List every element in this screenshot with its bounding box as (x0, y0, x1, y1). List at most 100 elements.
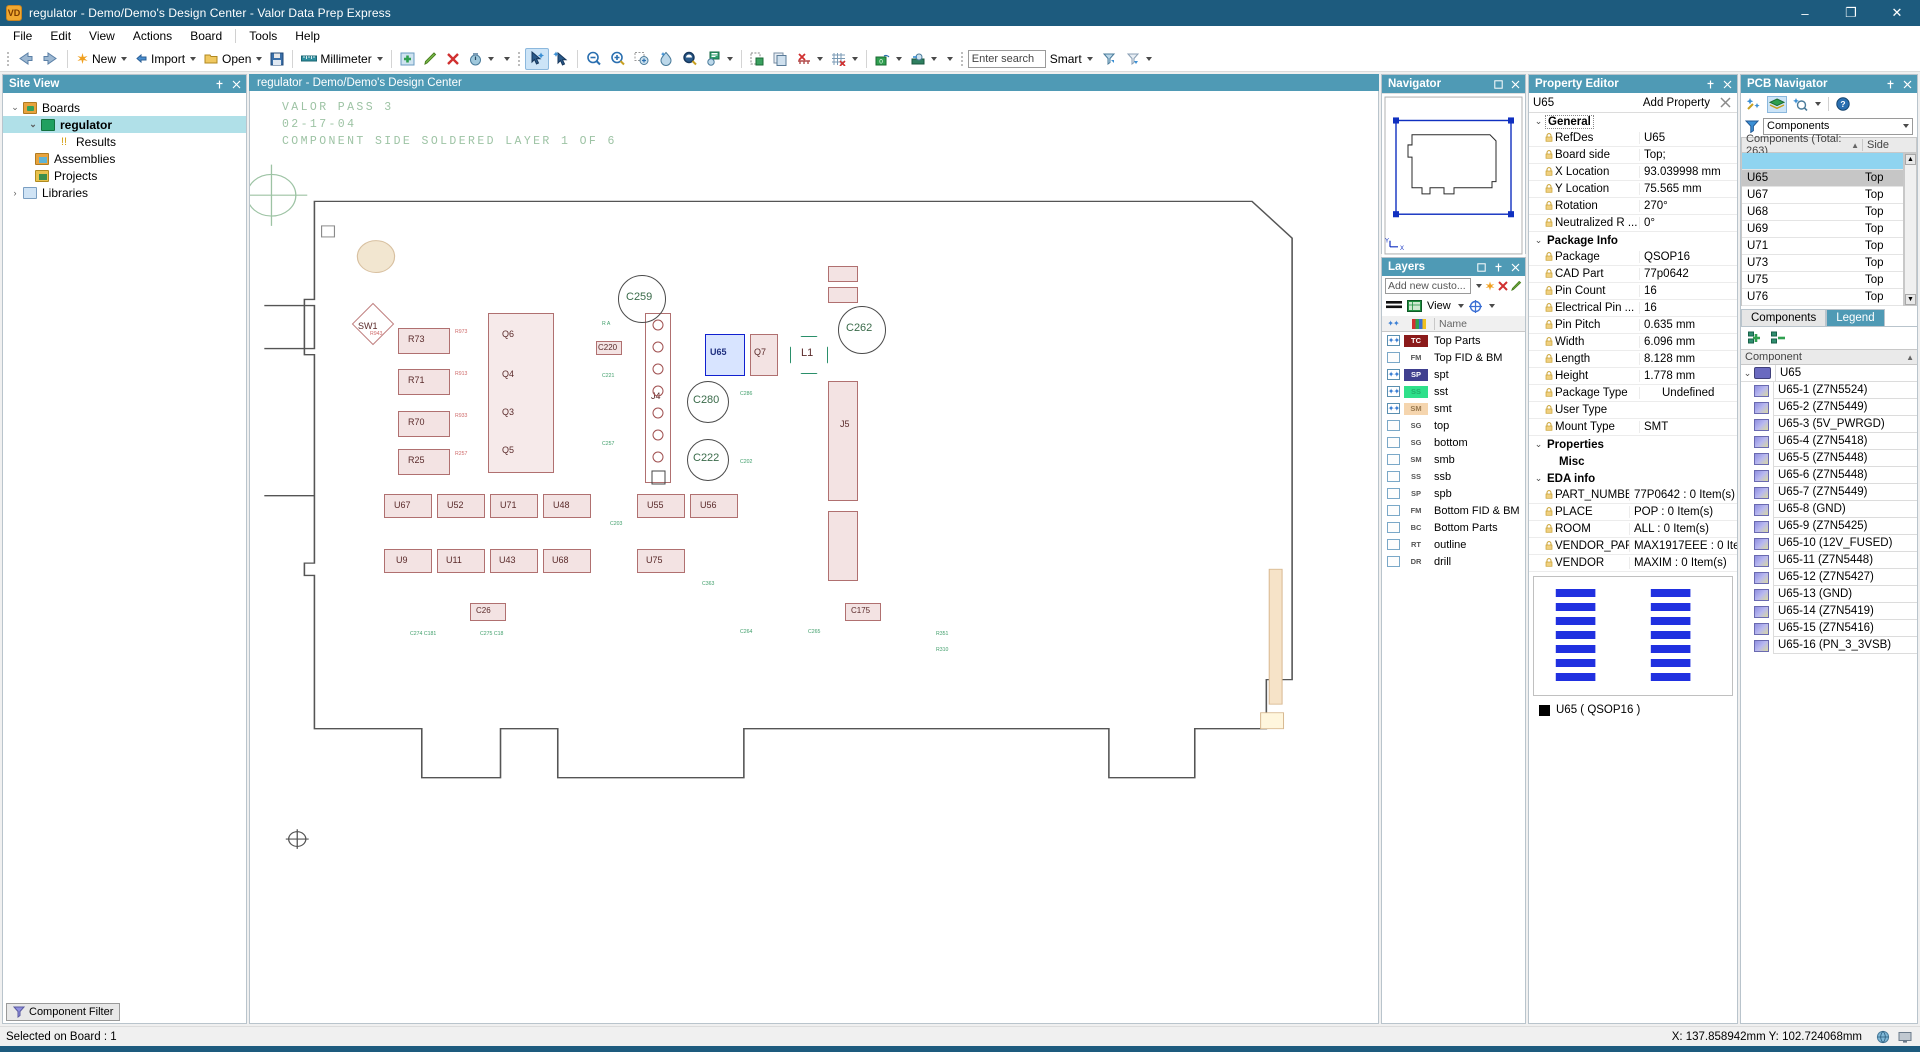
menu-view[interactable]: View (80, 27, 124, 45)
pin-icon[interactable] (214, 79, 225, 90)
layer-visibility-checkbox[interactable] (1387, 556, 1400, 567)
layer-row[interactable]: DR drill (1382, 553, 1525, 570)
netlist-delete-icon[interactable] (792, 48, 827, 70)
restore-icon[interactable] (1493, 79, 1504, 90)
search-highlight-icon[interactable] (1792, 97, 1808, 111)
property-row[interactable]: Package Type Undefined (1529, 385, 1737, 402)
component-right-4[interactable] (828, 511, 858, 581)
collapse-all-icon[interactable] (1771, 331, 1787, 345)
list-item[interactable]: U65-4 (Z7N5418) (1741, 433, 1917, 450)
pin-icon[interactable] (1885, 79, 1896, 90)
measure-icon[interactable] (464, 48, 498, 70)
pin-list[interactable]: U65-1 (Z7N5524) U65-2 (Z7N5449) U65-3 (5V_… (1741, 382, 1917, 1023)
property-row[interactable]: PART_NUMBER77P0642 : 0 Item(s) (1529, 487, 1737, 504)
layer-row[interactable]: FM Top FID & BM (1382, 349, 1525, 366)
property-value[interactable]: 93.039998 mm (1639, 166, 1737, 178)
forward-icon[interactable] (38, 48, 63, 70)
list-item[interactable]: U65-2 (Z7N5449) (1741, 399, 1917, 416)
table-row[interactable]: U71 Top (1742, 238, 1903, 255)
component-q-block[interactable] (488, 313, 554, 473)
property-value[interactable]: 1.778 mm (1639, 370, 1737, 382)
property-row[interactable]: Board side Top; (1529, 147, 1737, 164)
table-row[interactable]: U73 Top (1742, 255, 1903, 272)
property-row[interactable]: RefDes U65 (1529, 130, 1737, 147)
list-item[interactable]: U65-11 (Z7N5448) (1741, 552, 1917, 569)
property-value[interactable]: 0.635 mm (1639, 319, 1737, 331)
funnel-icon[interactable] (1745, 120, 1759, 133)
layer-row[interactable]: SG top (1382, 417, 1525, 434)
chevron-down-icon[interactable] (487, 56, 494, 61)
search-input[interactable]: Enter search text (967, 49, 1046, 68)
property-row[interactable]: Package QSOP16 (1529, 249, 1737, 266)
property-row[interactable]: Height 1.778 mm (1529, 368, 1737, 385)
units-button[interactable]: Millimeter (297, 48, 386, 70)
close-button[interactable]: ✕ (1874, 0, 1920, 26)
sidebar-item-libraries[interactable]: › Libraries (3, 184, 246, 201)
property-value[interactable]: ALL : 0 Item(s) (1629, 523, 1737, 535)
property-value[interactable]: 75.565 mm (1639, 183, 1737, 195)
toolbar-grip[interactable] (959, 50, 966, 68)
layer-row[interactable]: SS ssb (1382, 468, 1525, 485)
property-value[interactable]: MAXIM : 0 Item(s) (1629, 557, 1737, 569)
chevron-down-icon[interactable] (895, 56, 902, 61)
chevron-down-icon[interactable] (376, 56, 383, 61)
layer-visibility-checkbox[interactable] (1387, 352, 1400, 363)
property-value[interactable]: 0° (1639, 217, 1737, 229)
chevron-down-icon[interactable] (1488, 304, 1495, 308)
component-right-2[interactable] (828, 287, 858, 303)
navigator-viewport[interactable]: Y X (1382, 93, 1525, 257)
property-group-header[interactable]: ⌄ Properties (1529, 436, 1737, 453)
list-item[interactable]: U65-16 (PN_3_3VSB) (1741, 637, 1917, 654)
layer-color-target-icon[interactable] (1468, 299, 1482, 313)
property-row[interactable]: PLACE POP : 0 Item(s) (1529, 504, 1737, 521)
list-item[interactable]: U65-7 (Z7N5449) (1741, 484, 1917, 501)
property-row[interactable]: CAD Part 77p0642 (1529, 266, 1737, 283)
table-row[interactable] (1742, 153, 1903, 170)
status-globe-icon[interactable] (1876, 1030, 1890, 1044)
new-layer-icon[interactable] (1485, 281, 1495, 291)
component-right-1[interactable] (828, 266, 858, 282)
property-row[interactable]: ROOM ALL : 0 Item(s) (1529, 521, 1737, 538)
component-col-header[interactable]: Component ▲ (1741, 351, 1917, 363)
toolbar-grip[interactable] (516, 50, 523, 68)
layers-list[interactable]: ✦✦ TC Top Parts FM Top FID & BM ✦✦ SP spt ✦✦ SS ss… (1382, 332, 1525, 1023)
property-row[interactable]: Width 6.096 mm (1529, 334, 1737, 351)
components-scrollbar[interactable]: ▲ ▼ (1904, 153, 1917, 306)
property-value[interactable]: MAX1917EEE : 0 Item... (1629, 540, 1737, 552)
layer-row[interactable]: SM smb (1382, 451, 1525, 468)
chevron-down-icon[interactable] (190, 56, 197, 61)
page-copy-icon[interactable] (769, 48, 792, 70)
property-row[interactable]: Pin Pitch 0.635 mm (1529, 317, 1737, 334)
toolbar-overflow-icon[interactable] (941, 48, 957, 70)
layer-row[interactable]: ✦✦ SS sst (1382, 383, 1525, 400)
zoom-out-icon[interactable] (582, 48, 606, 70)
list-item[interactable]: U65-10 (12V_FUSED) (1741, 535, 1917, 552)
menu-file[interactable]: File (4, 27, 41, 45)
toolbar-overflow-icon[interactable] (498, 48, 514, 70)
list-item[interactable]: U65-12 (Z7N5427) (1741, 569, 1917, 586)
list-item[interactable]: U65-15 (Z7N5416) (1741, 620, 1917, 637)
property-row[interactable]: VENDOR_PARTMAX1917EEE : 0 Item... (1529, 538, 1737, 555)
layer-row[interactable]: FM Bottom FID & BM (1382, 502, 1525, 519)
smart-filter-button[interactable]: Smart (1046, 48, 1097, 70)
layer-row[interactable]: ✦✦ SP spt (1382, 366, 1525, 383)
property-row[interactable]: Rotation 270° (1529, 198, 1737, 215)
property-row[interactable]: Electrical Pin ... 16 (1529, 300, 1737, 317)
property-list[interactable]: ⌄ General RefDes U65 Board side Top; X Locatio… (1529, 113, 1737, 572)
layer-row[interactable]: ✦✦ SM smt (1382, 400, 1525, 417)
view-setup-icon[interactable] (906, 48, 941, 70)
menu-board[interactable]: Board (181, 27, 231, 45)
zoom-previous-icon[interactable] (678, 48, 702, 70)
add-property-button[interactable]: Add Property (1643, 97, 1710, 109)
table-row[interactable]: U68 Top (1742, 204, 1903, 221)
layer-row[interactable]: BC Bottom Parts (1382, 519, 1525, 536)
pin-icon[interactable] (1493, 262, 1504, 273)
rotate-zero-icon[interactable]: 0 (871, 48, 906, 70)
edit-pencil-icon[interactable] (419, 48, 442, 70)
zoom-in-icon[interactable] (606, 48, 630, 70)
side-col-header[interactable]: Side (1862, 139, 1904, 151)
property-value[interactable]: U65 (1639, 132, 1737, 144)
table-row[interactable]: U69 Top (1742, 221, 1903, 238)
chevron-down-icon[interactable] (816, 56, 823, 61)
layer-stack-icon[interactable] (1386, 300, 1402, 312)
